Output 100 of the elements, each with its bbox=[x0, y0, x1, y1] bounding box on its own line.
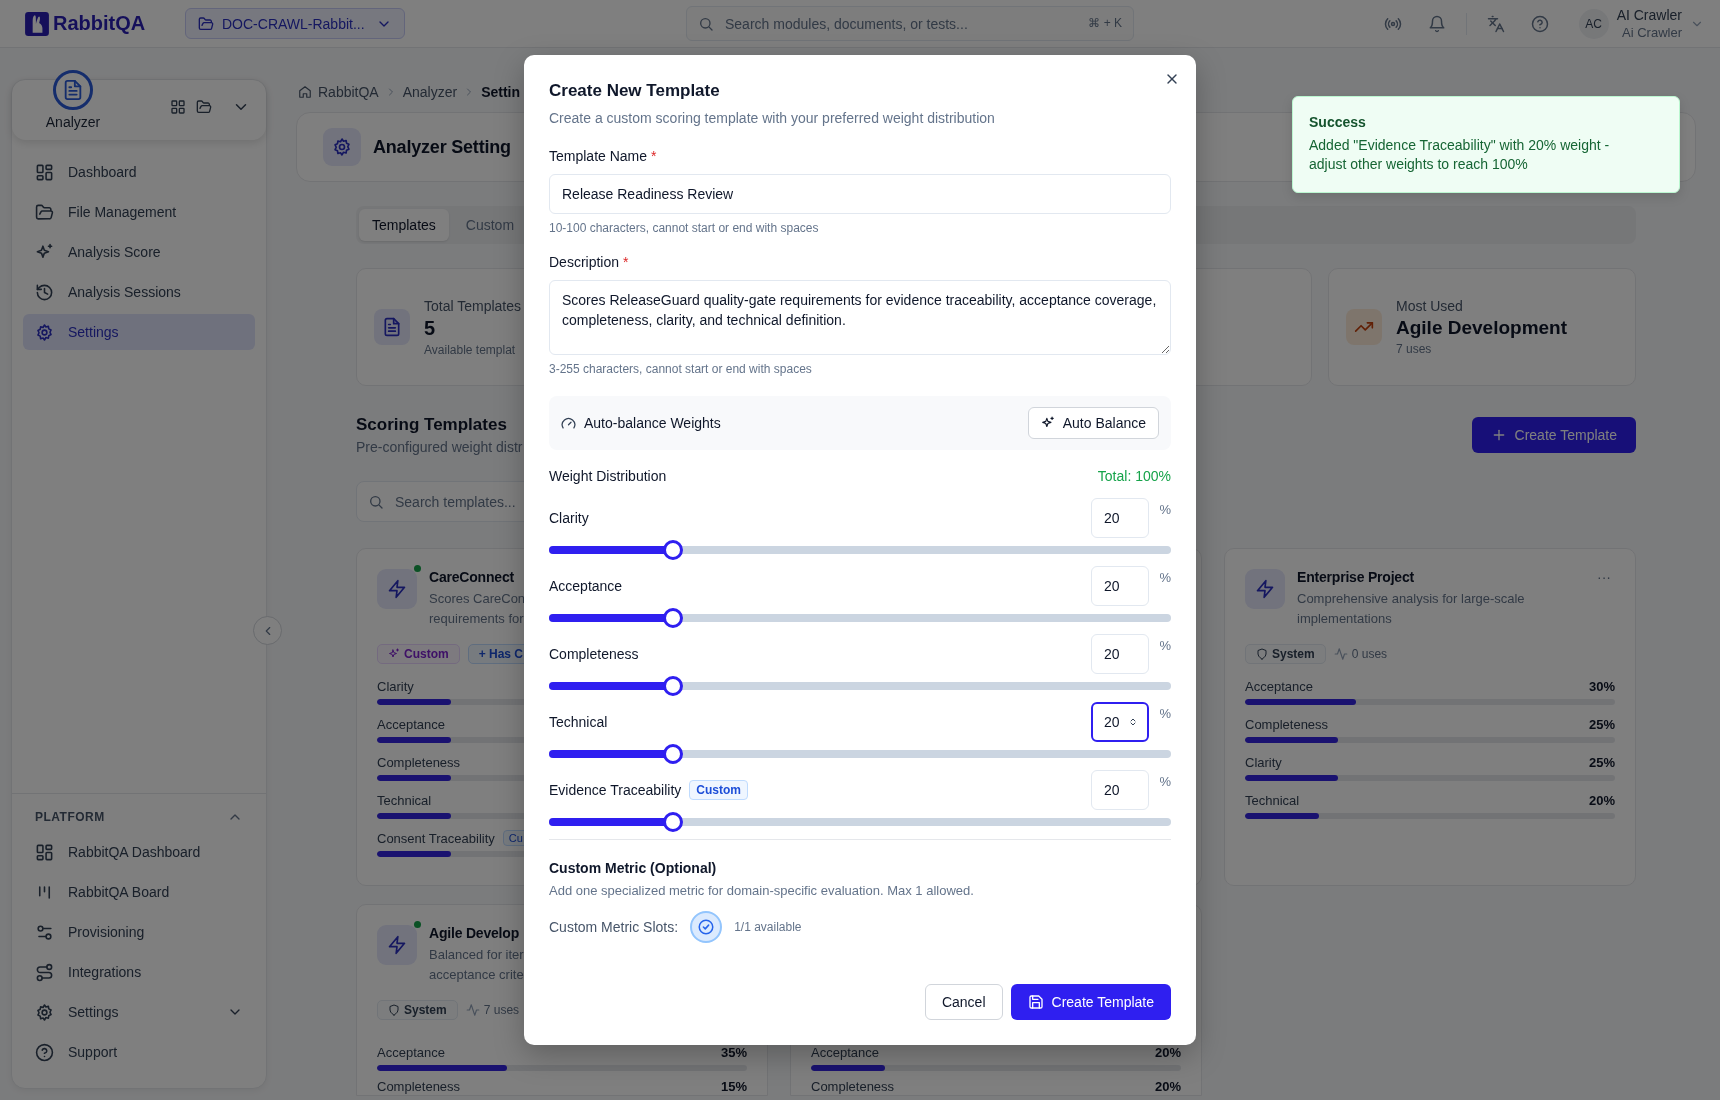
weight-slider[interactable] bbox=[549, 744, 1171, 764]
weight-slider[interactable] bbox=[549, 608, 1171, 628]
user-role: Ai Crawler bbox=[1622, 23, 1682, 42]
weight-field[interactable]: 20 bbox=[1091, 566, 1149, 606]
metric-label: Completeness bbox=[377, 1078, 461, 1094]
field-label: Template Name bbox=[549, 147, 648, 166]
template-name: Enterprise Project bbox=[1297, 569, 1415, 585]
sidebar-item[interactable]: Support bbox=[23, 1034, 255, 1070]
metric-value: 15% bbox=[720, 1078, 747, 1094]
gauge-icon bbox=[561, 415, 576, 431]
metric-label: Technical bbox=[377, 792, 432, 808]
brand-name: RabbitQA bbox=[53, 12, 146, 35]
folder-icon bbox=[196, 99, 212, 115]
sidebar-item[interactable]: Analysis Score bbox=[23, 234, 255, 270]
help-icon bbox=[1530, 14, 1549, 33]
breadcrumb-link[interactable]: Analyzer bbox=[402, 84, 458, 100]
section-label: PLATFORM bbox=[35, 810, 105, 824]
metric-label: Completeness bbox=[811, 1078, 895, 1094]
metric-label: Acceptance bbox=[811, 1044, 879, 1060]
section-subtitle: Pre-configured weight distr bbox=[356, 439, 523, 455]
sidebar-item[interactable]: RabbitQA Board bbox=[23, 874, 255, 910]
metric-label: Technical bbox=[1245, 792, 1300, 808]
sliders-icon bbox=[35, 922, 54, 942]
metric-value: 25% bbox=[1588, 754, 1615, 770]
sidebar-item[interactable]: Settings bbox=[23, 314, 255, 350]
sidebar-item[interactable]: RabbitQA Dashboard bbox=[23, 834, 255, 870]
weight-slider[interactable] bbox=[549, 812, 1171, 832]
metric-label: Completeness bbox=[549, 646, 639, 662]
shortcut-hint: ⌘ + K bbox=[1088, 16, 1122, 30]
user-name: AI Crawler bbox=[1616, 5, 1682, 24]
weight-field[interactable]: 20 bbox=[1091, 498, 1149, 538]
create-template-button[interactable]: Create Template bbox=[1471, 417, 1636, 453]
sparkle-icon bbox=[388, 648, 400, 660]
project-selector[interactable]: DOC-CRAWL-Rabbit... bbox=[185, 8, 405, 39]
template-description: Balanced for iter acceptance crite bbox=[429, 946, 524, 984]
tag: Custom bbox=[689, 780, 748, 800]
sidebar-item[interactable]: File Management bbox=[23, 194, 255, 230]
settings-icon bbox=[35, 1002, 54, 1022]
stat-caption: Available templat bbox=[424, 342, 517, 357]
weight-slider[interactable] bbox=[549, 540, 1171, 560]
slider-thumb[interactable] bbox=[663, 540, 684, 560]
folder-icon bbox=[198, 15, 214, 32]
tag: System bbox=[377, 1000, 458, 1020]
slider-thumb[interactable] bbox=[663, 812, 684, 832]
logo-icon bbox=[24, 10, 50, 37]
metric-label: Clarity bbox=[1245, 754, 1282, 770]
description-field[interactable]: Scores ReleaseGuard quality-gate requirements for evidence traceability, acceptance coverage, completeness, clarity, and technical definition. bbox=[549, 280, 1171, 355]
template-name-field[interactable]: Release Readiness Review bbox=[549, 174, 1171, 214]
slider-thumb[interactable] bbox=[663, 608, 684, 628]
activity-icon bbox=[1333, 647, 1348, 661]
translate-icon bbox=[1486, 14, 1505, 33]
sidebar-item[interactable]: Integrations bbox=[23, 954, 255, 990]
metric-value: 20% bbox=[1588, 792, 1615, 808]
slider-thumb[interactable] bbox=[663, 676, 684, 696]
weight-field[interactable]: 20 bbox=[1091, 770, 1149, 810]
weight-slider[interactable] bbox=[549, 676, 1171, 696]
metric-value: 20% bbox=[1154, 1078, 1181, 1094]
settings-icon bbox=[35, 322, 54, 342]
check-icon bbox=[697, 918, 716, 936]
tab[interactable]: Custom bbox=[452, 209, 528, 241]
search-icon bbox=[368, 493, 384, 510]
sidebar-item[interactable]: Analysis Sessions bbox=[23, 274, 255, 310]
unit-label: % bbox=[1158, 638, 1171, 653]
auto-balance-button[interactable]: Auto Balance bbox=[1027, 407, 1159, 439]
usage-count: 7 uses bbox=[483, 1003, 520, 1017]
page-title: Analyzer Setting bbox=[373, 136, 511, 158]
sidebar-item[interactable]: Dashboard bbox=[23, 154, 255, 190]
metric-label: Evidence Traceability bbox=[549, 782, 682, 798]
weight-field[interactable]: 20 bbox=[1091, 634, 1149, 674]
more-button[interactable]: ··· bbox=[1593, 569, 1615, 585]
usage-count: 0 uses bbox=[1351, 647, 1388, 661]
dashboard-icon bbox=[35, 842, 54, 862]
notification-icon bbox=[1427, 14, 1446, 33]
user-avatar[interactable]: AC bbox=[1578, 8, 1609, 39]
metric-label: Acceptance bbox=[549, 578, 623, 594]
slider-thumb[interactable] bbox=[663, 744, 684, 764]
total-label: Total: 100% bbox=[1097, 467, 1171, 486]
create-template-button[interactable]: Create Template bbox=[1010, 984, 1171, 1020]
lightning-icon bbox=[387, 935, 407, 955]
section-description: Add one specialized metric for domain-specific evaluation. Max 1 allowed. bbox=[549, 882, 975, 900]
cancel-button[interactable]: Cancel bbox=[924, 984, 1003, 1020]
field-hint: 10-100 characters, cannot start or end with spaces bbox=[549, 220, 820, 236]
required-mark: * bbox=[651, 147, 657, 166]
metric-label: Completeness bbox=[377, 754, 461, 770]
sidebar-item[interactable]: Settings bbox=[23, 994, 255, 1030]
section-title: Scoring Templates bbox=[356, 415, 508, 435]
metric-label: Clarity bbox=[377, 678, 414, 694]
breadcrumb-link[interactable]: RabbitQA bbox=[318, 84, 379, 100]
template-name: Agile Develop bbox=[429, 925, 520, 941]
field-hint: 3-255 characters, cannot start or end with spaces bbox=[549, 361, 813, 377]
weight-field[interactable]: 20 bbox=[1091, 702, 1149, 742]
sidebar-item[interactable]: Provisioning bbox=[23, 914, 255, 950]
metric-label: Completeness bbox=[1245, 716, 1329, 732]
tab[interactable]: Templates bbox=[359, 209, 449, 241]
unit-label: % bbox=[1158, 774, 1171, 789]
metric-label: Acceptance bbox=[377, 1044, 445, 1060]
stat-value: 5 bbox=[424, 316, 437, 340]
metric-label: Acceptance bbox=[1245, 678, 1313, 694]
metric-label: Acceptance bbox=[377, 716, 445, 732]
shield-icon bbox=[388, 1004, 400, 1016]
